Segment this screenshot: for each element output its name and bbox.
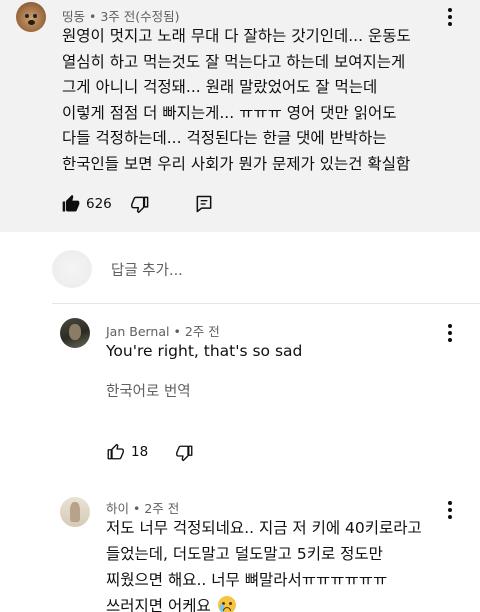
thumbs-up-filled-icon[interactable]: [61, 194, 81, 214]
comment-line: 그게 아니니 걱정돼... 원래 말랐었어도 잘 먹는데: [62, 78, 378, 96]
comment-time: 3주 전(수정됨): [100, 9, 180, 24]
comment-text: 저도 너무 걱정되네요.. 지금 저 키에 40키로라고 들었는데, 더도말고 …: [106, 515, 422, 612]
comment-line: 열심히 하고 먹는것도 잘 먹는다고 하는데 보여지는게: [62, 52, 406, 71]
meta-separator: •: [133, 501, 145, 516]
more-vert-icon[interactable]: [440, 6, 460, 28]
comment-author[interactable]: 하이: [106, 501, 129, 516]
comment-line: 저도 너무 걱정되네요.. 지금 저 키에 40키로라고: [106, 519, 422, 537]
comment-author[interactable]: Jan Bernal: [106, 324, 169, 339]
avatar: [52, 250, 92, 288]
avatar[interactable]: [60, 318, 90, 348]
comment-icon[interactable]: [194, 194, 214, 214]
comment-line: 쓰러지면 어케요: [106, 597, 211, 612]
comment-meta: Jan Bernal • 2주 전: [106, 321, 220, 340]
more-vert-icon[interactable]: [440, 499, 460, 521]
comment-author[interactable]: 띵동: [62, 9, 85, 24]
crying-face-emoji: [217, 596, 236, 612]
comment-line: 한국인들 보면 우리 사회가 뭔가 문제가 있는건 확실함: [62, 154, 411, 173]
avatar[interactable]: [60, 497, 90, 527]
like-count: 18: [131, 444, 149, 460]
comment-meta: 띵동 • 3주 전(수정됨): [62, 6, 180, 25]
meta-separator: •: [89, 9, 101, 24]
comment-line: 원영이 멋지고 노래 무대 다 잘하는 갓기인데... 운동도: [62, 27, 411, 45]
comment-text: You're right, that's so sad: [106, 342, 303, 360]
more-vert-icon[interactable]: [440, 322, 460, 344]
comment-time: 2주 전: [184, 324, 220, 339]
avatar[interactable]: [16, 2, 46, 32]
comment-line-with-emoji: 쓰러지면 어케요: [106, 593, 422, 612]
thumbs-up-icon[interactable]: [106, 443, 124, 461]
translate-link[interactable]: 한국어로 번역: [106, 380, 191, 401]
comment-line: 다들 걱정하는데... 걱정된다는 한글 댓에 반박하는: [62, 129, 387, 147]
meta-separator: •: [173, 324, 185, 339]
reply-input[interactable]: 답글 추가...: [111, 259, 183, 280]
thumbs-down-icon[interactable]: [131, 195, 150, 214]
divider: [52, 303, 480, 304]
like-count: 626: [86, 196, 112, 212]
comment-line: 들었는데, 더도말고 덜도말고 5키로 정도만: [106, 545, 383, 563]
thumbs-down-icon[interactable]: [176, 444, 194, 462]
comment-time: 2주 전: [144, 501, 180, 516]
comment-line: 이렇게 점점 더 빠지는게... ㅠㅠㅠ 영어 댓만 읽어도: [62, 103, 397, 122]
comment-text: 원영이 멋지고 노래 무대 다 잘하는 갓기인데... 운동도 열심히 하고 먹…: [62, 24, 411, 177]
comment-line: 찌웠으면 해요.. 너무 뼈말라서ㅠㅠㅠㅠㅠㅠ: [106, 571, 388, 589]
